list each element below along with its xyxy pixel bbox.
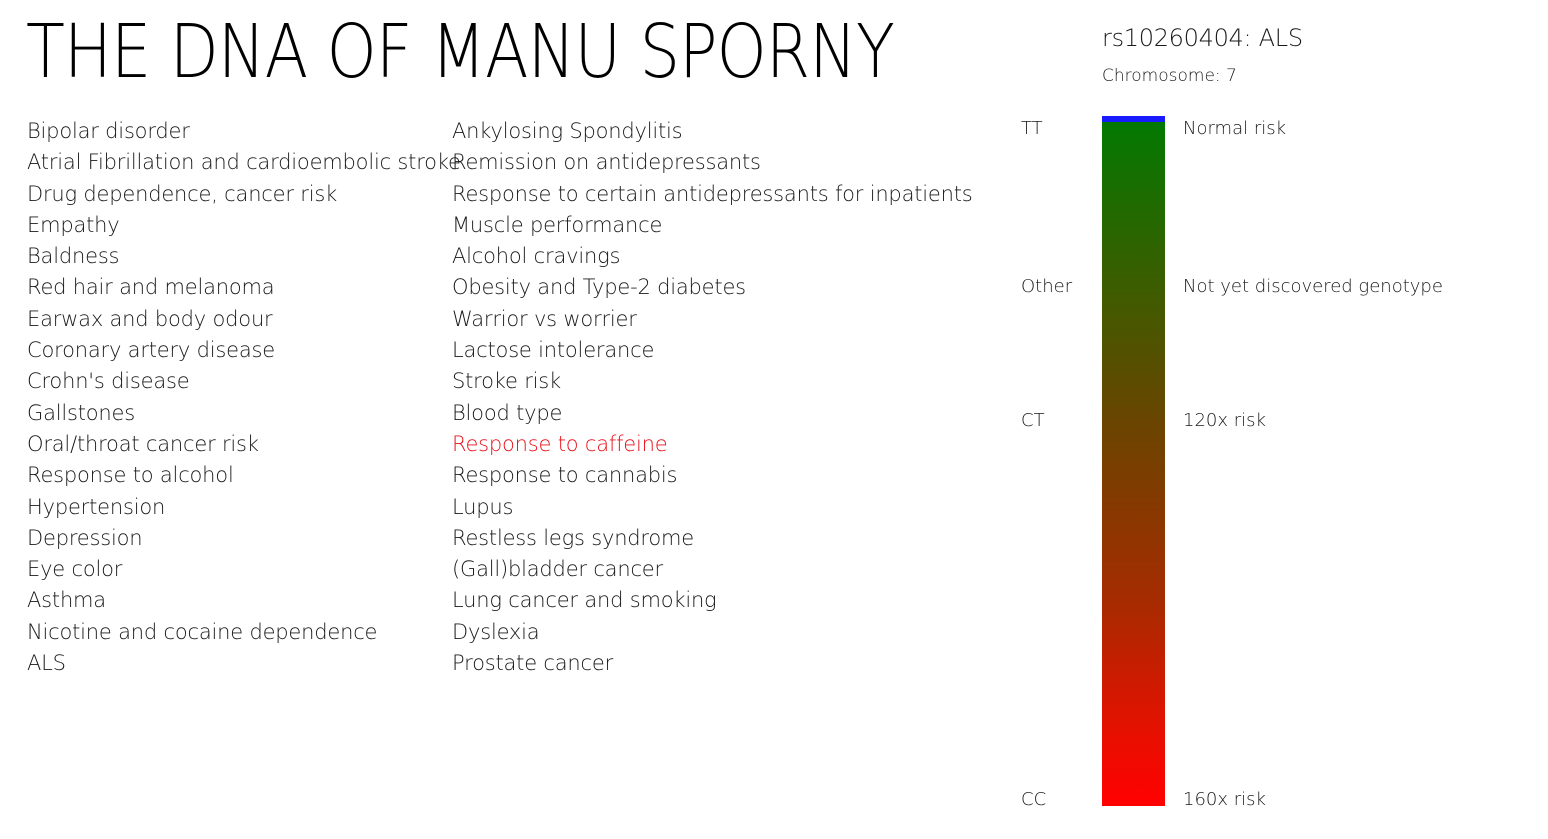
trait-link[interactable]: Warrior vs worrier (452, 304, 992, 335)
trait-link[interactable]: (Gall)bladder cancer (452, 554, 992, 585)
trait-link[interactable]: Hypertension (27, 492, 427, 523)
genotype-label-tt: TT (1021, 118, 1043, 139)
trait-link[interactable]: Coronary artery disease (27, 335, 427, 366)
risk-label-ct: 120x risk (1183, 410, 1266, 431)
trait-link[interactable]: Response to caffeine (452, 429, 992, 460)
trait-link[interactable]: Blood type (452, 398, 992, 429)
genotype-label-other: Other (1021, 276, 1073, 297)
genotype-label-ct: CT (1021, 410, 1045, 431)
trait-link[interactable]: Red hair and melanoma (27, 272, 427, 303)
risk-label-cc: 160x risk (1183, 789, 1266, 810)
trait-link[interactable]: Bipolar disorder (27, 116, 427, 147)
risk-label-tt: Normal risk (1183, 118, 1287, 139)
trait-link[interactable]: Eye color (27, 554, 427, 585)
trait-link[interactable]: Prostate cancer (452, 648, 992, 679)
trait-link[interactable]: Gallstones (27, 398, 427, 429)
trait-list-right: Ankylosing Spondylitis Remission on antid… (452, 116, 992, 679)
trait-link[interactable]: Ankylosing Spondylitis (452, 116, 992, 147)
trait-link[interactable]: Nicotine and cocaine dependence (27, 617, 427, 648)
trait-link[interactable]: Dyslexia (452, 617, 992, 648)
chromosome-value: 7 (1226, 66, 1237, 86)
trait-link[interactable]: Empathy (27, 210, 427, 241)
trait-link[interactable]: Restless legs syndrome (452, 523, 992, 554)
trait-link[interactable]: Baldness (27, 241, 427, 272)
trait-link[interactable]: Asthma (27, 585, 427, 616)
trait-link[interactable]: Stroke risk (452, 366, 992, 397)
chromosome-info: Chromosome: 7 (1102, 66, 1237, 86)
trait-link[interactable]: ALS (27, 648, 427, 679)
trait-link[interactable]: Lactose intolerance (452, 335, 992, 366)
risk-label-other: Not yet discovered genotype (1183, 276, 1443, 297)
trait-link[interactable]: Earwax and body odour (27, 304, 427, 335)
trait-link[interactable]: Response to certain antidepressants for … (452, 179, 992, 210)
trait-list-left: Bipolar disorder Atrial Fibrillation and … (27, 116, 461, 679)
chromosome-label: Chromosome: (1102, 66, 1221, 86)
risk-bar-top-marker (1102, 116, 1165, 122)
trait-link[interactable]: Drug dependence, cancer risk (27, 179, 427, 210)
trait-link[interactable]: Obesity and Type-2 diabetes (452, 272, 992, 303)
snp-title: rs10260404: ALS (1102, 24, 1303, 52)
trait-link[interactable]: Lung cancer and smoking (452, 585, 992, 616)
trait-link[interactable]: Muscle performance (452, 210, 992, 241)
trait-link[interactable]: Response to cannabis (452, 460, 992, 491)
trait-link[interactable]: Atrial Fibrillation and cardioembolic st… (27, 147, 461, 178)
page-title: THE DNA OF MANU SPORNY (26, 9, 895, 95)
trait-link[interactable]: Alcohol cravings (452, 241, 992, 272)
risk-gradient-bar (1102, 116, 1165, 806)
trait-link[interactable]: Crohn's disease (27, 366, 427, 397)
trait-link[interactable]: Depression (27, 523, 427, 554)
trait-link[interactable]: Remission on antidepressants (452, 147, 992, 178)
trait-link[interactable]: Lupus (452, 492, 992, 523)
trait-link[interactable]: Response to alcohol (27, 460, 427, 491)
trait-link[interactable]: Oral/throat cancer risk (27, 429, 427, 460)
genotype-label-cc: CC (1021, 789, 1047, 810)
